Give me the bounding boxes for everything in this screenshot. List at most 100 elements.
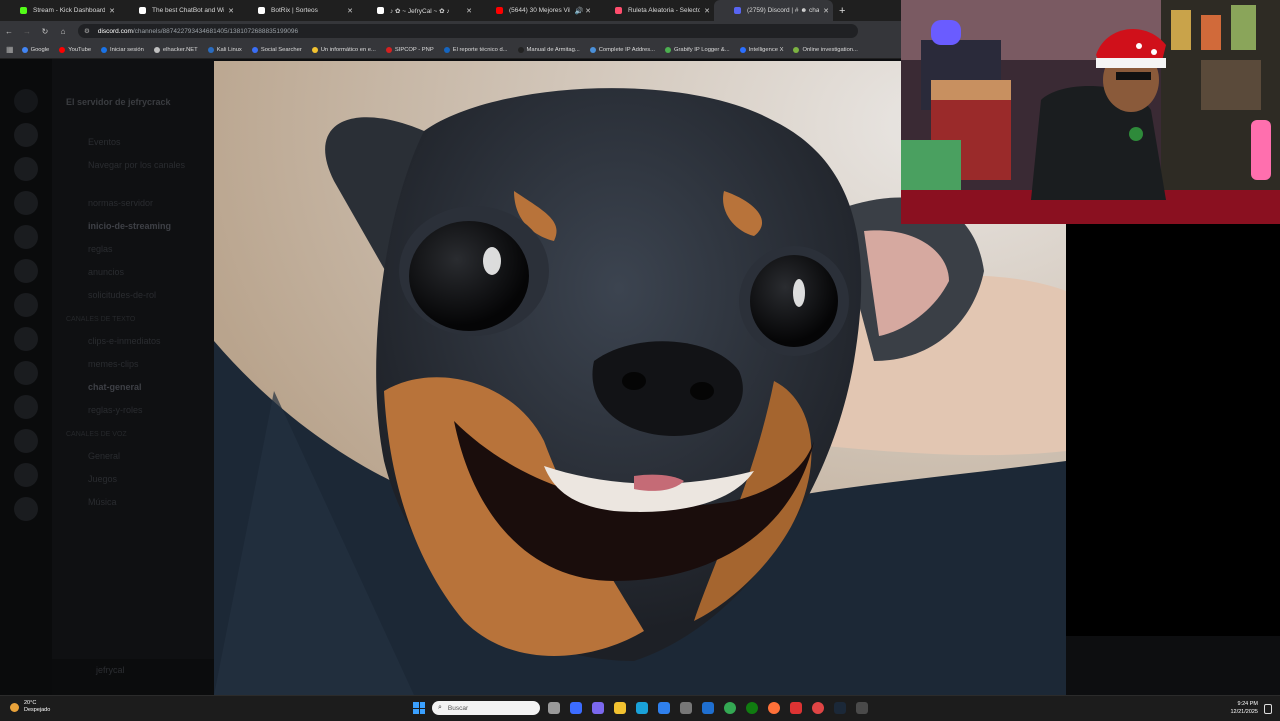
app-icon[interactable] bbox=[812, 702, 824, 714]
close-tab-icon[interactable]: ✕ bbox=[109, 7, 115, 15]
bookmark-icon bbox=[517, 46, 524, 53]
address-bar[interactable]: ⚙ discord.com/channels/88742279343468140… bbox=[78, 24, 858, 38]
channel-item[interactable]: normas-servidor bbox=[52, 198, 214, 208]
voice-channel-item[interactable]: Música bbox=[52, 497, 214, 507]
bookmark-item[interactable]: Iniciar sesión bbox=[101, 46, 144, 53]
category-voice-channels[interactable]: CANALES DE VOZ bbox=[52, 431, 214, 438]
bookmark-item[interactable]: Intelligence X bbox=[739, 46, 783, 53]
bookmark-item[interactable]: Online investigation... bbox=[793, 46, 858, 53]
channel-item[interactable]: anuncios bbox=[52, 267, 214, 277]
system-clock[interactable]: 9:24 PM 12/21/2025 bbox=[1230, 700, 1258, 716]
xbox-icon[interactable] bbox=[746, 702, 758, 714]
steam-icon[interactable] bbox=[834, 702, 846, 714]
app-icon[interactable] bbox=[790, 702, 802, 714]
reload-icon[interactable]: ↻ bbox=[36, 27, 54, 36]
visual-studio-icon[interactable] bbox=[702, 702, 714, 714]
mute-tab-icon[interactable]: 🔊 ✕ bbox=[574, 7, 591, 15]
browser-tab[interactable]: (5644) 30 Mejores Villancic 🔊 ✕ bbox=[476, 0, 595, 21]
channel-item[interactable]: reglas bbox=[52, 244, 214, 254]
bookmark-item[interactable]: YouTube bbox=[59, 46, 91, 53]
bookmark-item[interactable]: elhacker.NET bbox=[153, 46, 198, 53]
windows-start-icon[interactable] bbox=[413, 702, 425, 714]
task-view-icon[interactable] bbox=[548, 702, 560, 714]
browser-tab[interactable]: The best ChatBot and Widgets ✕ bbox=[119, 0, 238, 21]
bookmark-icon bbox=[311, 46, 318, 53]
server-icon[interactable] bbox=[14, 327, 38, 351]
notification-icon[interactable] bbox=[1264, 704, 1272, 714]
channel-item[interactable]: clips-e-inmediatos bbox=[52, 336, 214, 346]
server-icon[interactable] bbox=[14, 395, 38, 419]
bookmark-item[interactable]: Kali Linux bbox=[207, 46, 242, 53]
discord-home-icon[interactable] bbox=[14, 89, 38, 113]
browser-tab[interactable]: ♪ ✿ ~ JefryCal ~ ✿ ♪ ✕ bbox=[357, 0, 476, 21]
server-icon[interactable] bbox=[14, 123, 38, 147]
channel-item[interactable]: inicio-de-streaming bbox=[52, 221, 214, 231]
voice-channel-item[interactable]: General bbox=[52, 451, 214, 461]
server-rail bbox=[0, 59, 52, 695]
server-icon[interactable] bbox=[14, 429, 38, 453]
channel-item[interactable]: reglas-y-roles bbox=[52, 405, 214, 415]
bookmark-item[interactable]: Social Searcher bbox=[251, 46, 302, 53]
server-icon[interactable] bbox=[14, 225, 38, 249]
teams-icon[interactable] bbox=[592, 702, 604, 714]
server-icon[interactable] bbox=[14, 191, 38, 215]
webcam-overlay bbox=[901, 0, 1280, 224]
chrome-icon[interactable] bbox=[724, 702, 736, 714]
chatbot-icon bbox=[139, 7, 146, 14]
bookmark-label: elhacker.NET bbox=[162, 46, 198, 53]
browser-tab[interactable]: BotRix | Sorteos ✕ bbox=[238, 0, 357, 21]
bookmark-item[interactable]: SIPCOP - PNP bbox=[385, 46, 434, 53]
server-icon[interactable] bbox=[14, 293, 38, 317]
bookmark-icon bbox=[589, 46, 596, 53]
bookmark-item[interactable]: Un informático en e... bbox=[311, 46, 376, 53]
channel-item-selected[interactable]: chat-general bbox=[52, 382, 214, 392]
taskbar-search[interactable]: ⌕ Buscar bbox=[432, 701, 540, 715]
category-text-channels[interactable]: CANALES DE TEXTO bbox=[52, 316, 214, 323]
explore-icon[interactable] bbox=[14, 497, 38, 521]
browser-tab[interactable]: Stream - Kick Dashboard ✕ bbox=[0, 0, 119, 21]
close-tab-icon[interactable]: ✕ bbox=[466, 7, 472, 15]
calculator-icon[interactable] bbox=[856, 702, 868, 714]
youtube-icon bbox=[496, 7, 503, 14]
server-icon[interactable] bbox=[14, 361, 38, 385]
close-tab-icon[interactable]: ✕ bbox=[228, 7, 234, 15]
tab-title: BotRix | Sorteos bbox=[271, 7, 318, 14]
home-icon[interactable]: ⌂ bbox=[54, 27, 72, 36]
bookmark-item[interactable]: Grabify IP Logger &... bbox=[664, 46, 730, 53]
bookmark-icon bbox=[385, 46, 392, 53]
close-tab-icon[interactable]: ✕ bbox=[347, 7, 353, 15]
add-server-icon[interactable] bbox=[14, 463, 38, 487]
bookmark-item[interactable]: El reporte técnico d... bbox=[443, 46, 508, 53]
file-explorer-icon[interactable] bbox=[614, 702, 626, 714]
back-icon[interactable]: ← bbox=[0, 27, 18, 36]
user-panel[interactable]: jefrycal bbox=[52, 659, 214, 695]
bookmark-label: Complete IP Addres... bbox=[598, 46, 655, 53]
firefox-icon[interactable] bbox=[768, 702, 780, 714]
browser-tab[interactable]: Ruleta Aleatoria - Selector Pers✕ bbox=[595, 0, 714, 21]
sidebar-item-browse[interactable]: Navegar por los canales bbox=[52, 160, 214, 170]
server-icon[interactable] bbox=[14, 259, 38, 283]
settings-icon[interactable] bbox=[680, 702, 692, 714]
new-tab-icon[interactable]: + bbox=[839, 5, 845, 17]
edge-icon[interactable] bbox=[636, 702, 648, 714]
channel-item[interactable]: solicitudes-de-rol bbox=[52, 290, 214, 300]
store-icon[interactable] bbox=[658, 702, 670, 714]
bookmark-icon bbox=[793, 46, 800, 53]
copilot-icon[interactable] bbox=[570, 702, 582, 714]
forward-icon[interactable]: → bbox=[18, 27, 36, 36]
bookmark-item[interactable]: Complete IP Addres... bbox=[589, 46, 655, 53]
channel-item[interactable]: memes-clips bbox=[52, 359, 214, 369]
browser-tab-active[interactable]: (2759) Discord | # ☻ chat-gene✕ bbox=[714, 0, 833, 21]
bookmark-item[interactable]: Google bbox=[21, 46, 49, 53]
close-tab-icon[interactable]: ✕ bbox=[704, 7, 710, 15]
apps-grid-icon[interactable]: ▦ bbox=[6, 45, 14, 54]
bookmark-label: Social Searcher bbox=[260, 46, 302, 53]
site-info-icon[interactable]: ⚙ bbox=[84, 27, 90, 35]
bookmark-item[interactable]: Manual de Armitag... bbox=[517, 46, 580, 53]
voice-channel-item[interactable]: Juegos bbox=[52, 474, 214, 484]
server-icon[interactable] bbox=[14, 157, 38, 181]
weather-widget[interactable]: 20°C Despejado bbox=[10, 700, 50, 714]
close-tab-icon[interactable]: ✕ bbox=[823, 7, 829, 15]
server-name[interactable]: El servidor de jefrycrack bbox=[52, 59, 214, 107]
sidebar-item-events[interactable]: Eventos bbox=[52, 137, 214, 147]
